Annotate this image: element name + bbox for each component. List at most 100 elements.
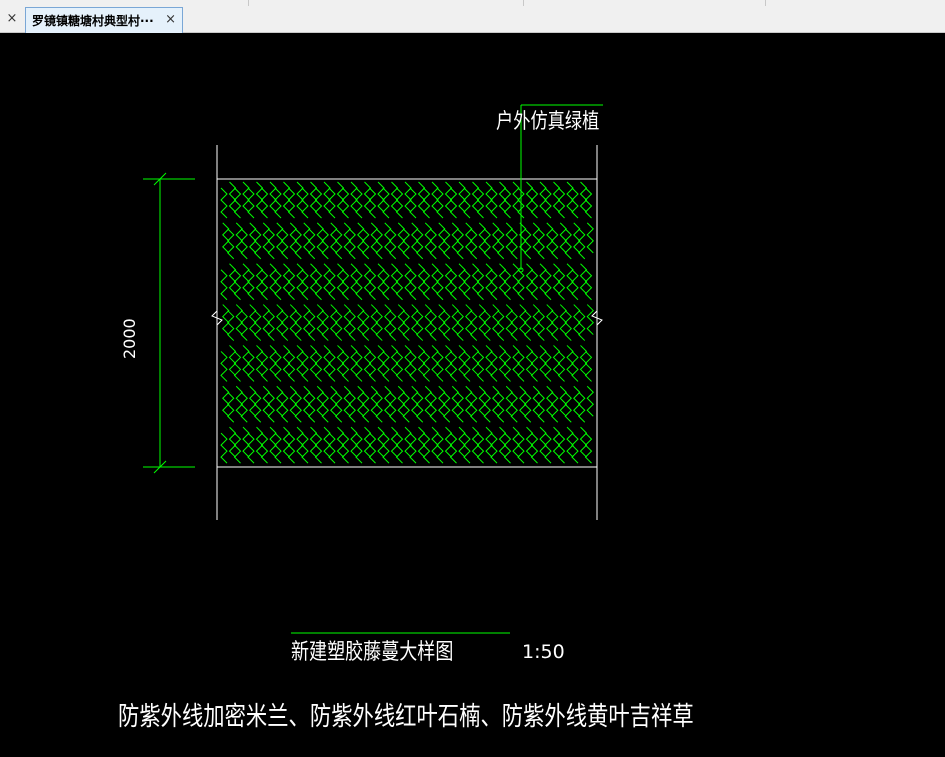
hatch-stroke xyxy=(451,304,459,335)
hatch-stroke xyxy=(260,351,269,382)
hatch-stroke xyxy=(321,391,329,423)
hatch-stroke xyxy=(384,385,392,417)
hatch-stroke xyxy=(586,385,594,417)
tab-close-icon[interactable]: × xyxy=(165,12,176,27)
hatch-stroke xyxy=(323,345,331,376)
hatch-stroke xyxy=(537,310,545,341)
hatch-stroke xyxy=(492,385,500,417)
hatch-stroke xyxy=(235,222,243,254)
hatch-stroke xyxy=(254,391,262,423)
hatch-stroke xyxy=(498,181,507,213)
hatch-stroke xyxy=(249,222,257,254)
hatch-stroke xyxy=(530,351,539,382)
hatch-stroke xyxy=(492,304,500,335)
hatch-stroke xyxy=(228,263,237,295)
hatch-stroke xyxy=(323,426,331,458)
tab-separator xyxy=(248,0,249,6)
hatch-stroke xyxy=(530,432,539,464)
hatch-stroke xyxy=(240,391,248,423)
hatch-stroke xyxy=(557,432,566,464)
hatch-stroke xyxy=(438,304,446,335)
hatch-stroke xyxy=(578,310,586,341)
hatch-stroke xyxy=(525,263,534,295)
hatch-stroke xyxy=(397,385,405,417)
hatch-stroke xyxy=(402,310,410,341)
hatch-stroke xyxy=(269,263,277,295)
hatch-stroke xyxy=(390,181,399,213)
hatch-stroke xyxy=(444,426,453,458)
hatch-stroke xyxy=(546,304,554,335)
hatch-stroke xyxy=(476,432,485,464)
hatch-stroke xyxy=(220,187,228,219)
hatch-stroke xyxy=(276,385,284,417)
hatch-stroke xyxy=(247,187,255,219)
tab-drawing[interactable]: 罗镜镇糖塘村典型村··· × xyxy=(25,7,183,33)
cad-canvas[interactable]: 户外仿真绿植 2000 新建塑胶藤蔓大样图 1:50 防紫外线加密米兰、防紫外线… xyxy=(0,33,945,757)
hatch-stroke xyxy=(537,228,545,260)
hatch-stroke xyxy=(362,310,370,341)
hatch-stroke xyxy=(490,269,498,301)
hatch-stroke xyxy=(422,432,431,464)
hatch-stroke xyxy=(233,432,242,464)
hatch-stroke xyxy=(282,181,291,213)
hatch-stroke xyxy=(470,310,478,341)
hatch-stroke xyxy=(370,385,378,417)
hatch-stroke xyxy=(350,263,358,295)
hatch-stroke xyxy=(240,228,248,260)
hatch-stroke xyxy=(390,426,399,458)
hatch-stroke xyxy=(422,187,431,219)
hatch-stroke xyxy=(362,391,370,423)
hatch-stroke xyxy=(335,391,343,423)
hatch-stroke xyxy=(321,228,329,260)
hatch-stroke xyxy=(242,426,250,458)
hatch-stroke xyxy=(510,391,518,423)
hatch-stroke xyxy=(363,181,372,213)
hatch-stroke xyxy=(557,351,566,382)
hatch-stroke xyxy=(289,222,297,254)
hatch-stroke xyxy=(328,269,336,301)
hatch-stroke xyxy=(222,304,230,335)
hatch-stroke xyxy=(566,263,574,295)
hatch-stroke xyxy=(498,263,507,295)
hatch-stroke xyxy=(296,426,304,458)
hatch-stroke xyxy=(573,222,581,254)
hatch-stroke xyxy=(564,310,572,341)
hatch-stroke xyxy=(289,304,297,335)
hatch-stroke xyxy=(368,269,377,301)
hatch-stroke xyxy=(397,222,405,254)
hatch-stroke xyxy=(242,181,250,213)
hatch-stroke xyxy=(490,351,498,382)
hatch-stroke xyxy=(389,391,397,423)
hatch-stroke xyxy=(267,391,275,423)
hatch-stroke xyxy=(323,263,331,295)
hatch-stroke xyxy=(485,263,493,295)
hatch-stroke xyxy=(222,385,230,417)
hatch-stroke xyxy=(402,228,410,260)
hatch-stroke xyxy=(429,310,437,341)
hatch-stroke xyxy=(443,310,451,341)
hatch-stroke xyxy=(451,385,459,417)
hatch-stroke xyxy=(539,345,547,376)
hatch-stroke xyxy=(485,345,493,376)
hatch-stroke xyxy=(552,181,561,213)
hatch-stroke xyxy=(222,222,230,254)
hatch-stroke xyxy=(363,426,372,458)
hatch-stroke xyxy=(451,222,459,254)
hatch-stroke xyxy=(444,345,453,376)
hatch-stroke xyxy=(458,426,466,458)
hatch-stroke xyxy=(539,181,547,213)
hatch-stroke xyxy=(274,351,282,382)
hatch-stroke xyxy=(436,432,444,464)
hatch-stroke xyxy=(485,426,493,458)
hatch-stroke xyxy=(539,426,547,458)
hatch-stroke xyxy=(517,432,525,464)
close-icon[interactable]: × xyxy=(0,7,24,31)
hatch-stroke xyxy=(384,222,392,254)
hatch-stroke xyxy=(375,310,383,341)
hatch-stroke xyxy=(438,222,446,254)
hatch-stroke xyxy=(314,269,323,301)
hatch-stroke xyxy=(483,391,491,423)
hatch-stroke xyxy=(584,269,593,301)
hatch-stroke xyxy=(294,391,302,423)
hatch-stroke xyxy=(537,391,545,423)
